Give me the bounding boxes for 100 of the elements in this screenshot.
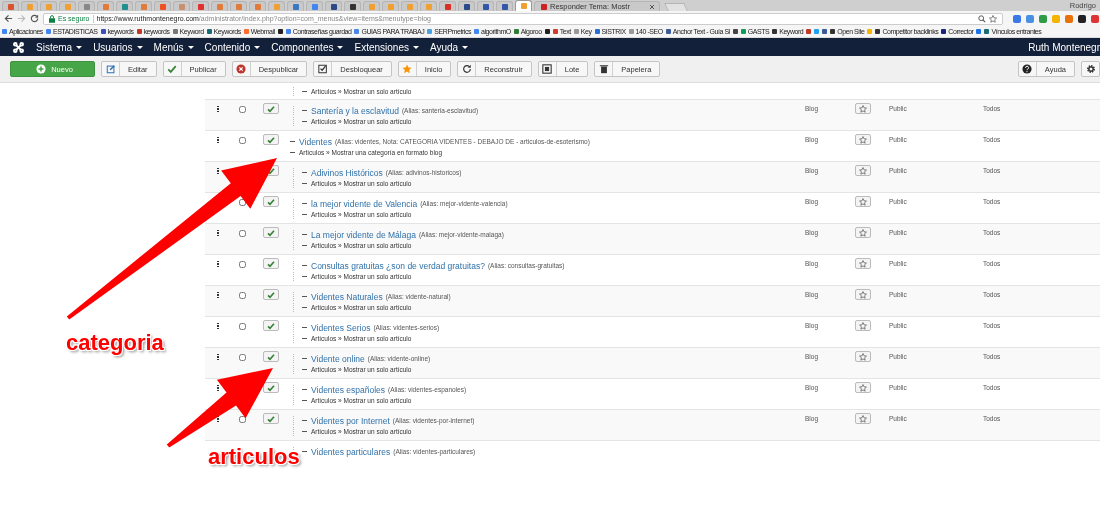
row-checkbox[interactable] — [239, 354, 246, 361]
item-title-link[interactable]: la mejor vidente de Valencia — [311, 198, 418, 209]
menu-item[interactable]: Componentes — [271, 41, 344, 53]
square-icon — [542, 64, 553, 74]
menu-item[interactable]: Extensiones — [354, 41, 419, 53]
star-icon — [859, 321, 867, 330]
item-title-link[interactable]: Santería y la esclavitud — [311, 105, 399, 116]
cancel-icon — [236, 64, 247, 74]
refresh-icon — [461, 64, 472, 74]
settings-button[interactable] — [1081, 61, 1100, 77]
reload-icon[interactable] — [30, 14, 39, 23]
star-icon — [402, 64, 413, 74]
home-toggle[interactable] — [855, 227, 871, 238]
item-title-link[interactable]: Videntes por Internet — [311, 415, 390, 426]
menu-item[interactable]: Contenido — [204, 41, 261, 53]
home-toggle[interactable] — [855, 320, 871, 331]
status-toggle[interactable] — [263, 351, 279, 362]
star-icon — [859, 228, 867, 237]
item-title-link[interactable]: Consultas gratuitas ¿son de verdad gratuitas? — [311, 260, 485, 271]
lock-icon — [49, 14, 55, 23]
drag-handle-icon[interactable] — [216, 261, 219, 268]
annotation-label: articulos — [208, 446, 300, 468]
status-toggle[interactable] — [263, 103, 279, 114]
item-title-link[interactable]: Videntes Serios — [311, 322, 371, 333]
home-toggle[interactable] — [855, 165, 871, 176]
home-toggle[interactable] — [855, 103, 871, 114]
item-title-link[interactable]: Vidente online — [311, 353, 365, 364]
status-toggle[interactable] — [263, 413, 279, 424]
star-icon[interactable] — [989, 14, 997, 23]
row-checkbox[interactable] — [239, 323, 246, 330]
home-toggle[interactable] — [855, 413, 871, 424]
check-icon — [267, 383, 275, 392]
home-toggle[interactable] — [855, 134, 871, 145]
annotation-label: categoria — [66, 332, 164, 354]
bookmark-icon[interactable] — [732, 29, 738, 34]
row-checkbox[interactable] — [239, 106, 246, 113]
star-icon — [859, 352, 867, 361]
check-icon — [267, 290, 275, 299]
home-toggle[interactable] — [855, 382, 871, 393]
status-toggle[interactable] — [263, 134, 279, 145]
back-icon[interactable] — [4, 14, 13, 23]
check-icon — [267, 135, 275, 144]
help-icon — [1022, 64, 1033, 74]
row-checkbox[interactable] — [239, 261, 246, 268]
star-icon — [859, 383, 867, 392]
menu-item[interactable]: Ayuda — [429, 41, 469, 53]
star-icon — [859, 259, 867, 268]
item-title-link[interactable]: Videntes españoles — [311, 384, 386, 395]
row-checkbox[interactable] — [239, 199, 246, 206]
star-icon — [859, 135, 867, 144]
home-toggle[interactable] — [855, 196, 871, 207]
status-toggle[interactable] — [263, 320, 279, 331]
row-checkbox[interactable] — [239, 137, 246, 144]
menu-item[interactable]: Usuarios — [93, 41, 143, 53]
check-icon — [267, 228, 275, 237]
status-toggle[interactable] — [263, 196, 279, 207]
check-icon — [267, 321, 275, 330]
item-title-link[interactable]: La mejor vidente de Málaga — [311, 229, 416, 240]
star-icon — [859, 166, 867, 175]
home-toggle[interactable] — [855, 289, 871, 300]
settings-icon — [1085, 64, 1096, 74]
item-title-link[interactable]: Adivinos Históricos — [311, 167, 383, 178]
menu-item[interactable]: Sistema — [36, 41, 83, 53]
star-icon — [859, 290, 867, 299]
star-icon — [859, 414, 867, 423]
check-icon — [267, 352, 275, 361]
zoom-icon[interactable] — [978, 14, 986, 23]
status-toggle[interactable] — [263, 258, 279, 269]
user-menu[interactable]: Ruth Montenegr — [1028, 41, 1100, 53]
drag-handle-icon[interactable] — [216, 385, 219, 392]
drag-handle-icon[interactable] — [216, 354, 219, 361]
drag-handle-icon[interactable] — [216, 292, 219, 299]
row-checkbox[interactable] — [239, 292, 246, 299]
checkbox-icon — [317, 64, 328, 74]
drag-handle-icon[interactable] — [216, 168, 219, 175]
check-icon — [267, 414, 275, 423]
status-toggle[interactable] — [263, 382, 279, 393]
bookmark-icon[interactable] — [544, 29, 550, 34]
logo-icon[interactable] — [13, 41, 24, 53]
close-icon[interactable] — [649, 3, 655, 10]
home-toggle[interactable] — [855, 258, 871, 269]
item-title-link[interactable]: Videntes Naturales — [311, 291, 383, 302]
drag-handle-icon[interactable] — [216, 323, 219, 330]
bookmark-icon[interactable] — [277, 29, 283, 34]
check-icon — [267, 197, 275, 206]
row-checkbox[interactable] — [239, 230, 246, 237]
status-toggle[interactable] — [263, 289, 279, 300]
drag-handle-icon[interactable] — [216, 230, 219, 237]
check-icon — [267, 104, 275, 113]
row-checkbox[interactable] — [239, 416, 246, 423]
home-toggle[interactable] — [855, 351, 871, 362]
status-toggle[interactable] — [263, 227, 279, 238]
item-title-link[interactable]: Videntes — [299, 136, 332, 147]
check-icon — [267, 259, 275, 268]
item-title-link[interactable]: Videntes particulares — [311, 446, 391, 457]
menu-item[interactable]: Menús — [153, 41, 194, 53]
star-icon — [859, 197, 867, 206]
drag-handle-icon[interactable] — [216, 137, 219, 144]
drag-handle-icon[interactable] — [216, 106, 219, 113]
drag-handle-icon[interactable] — [216, 416, 219, 423]
